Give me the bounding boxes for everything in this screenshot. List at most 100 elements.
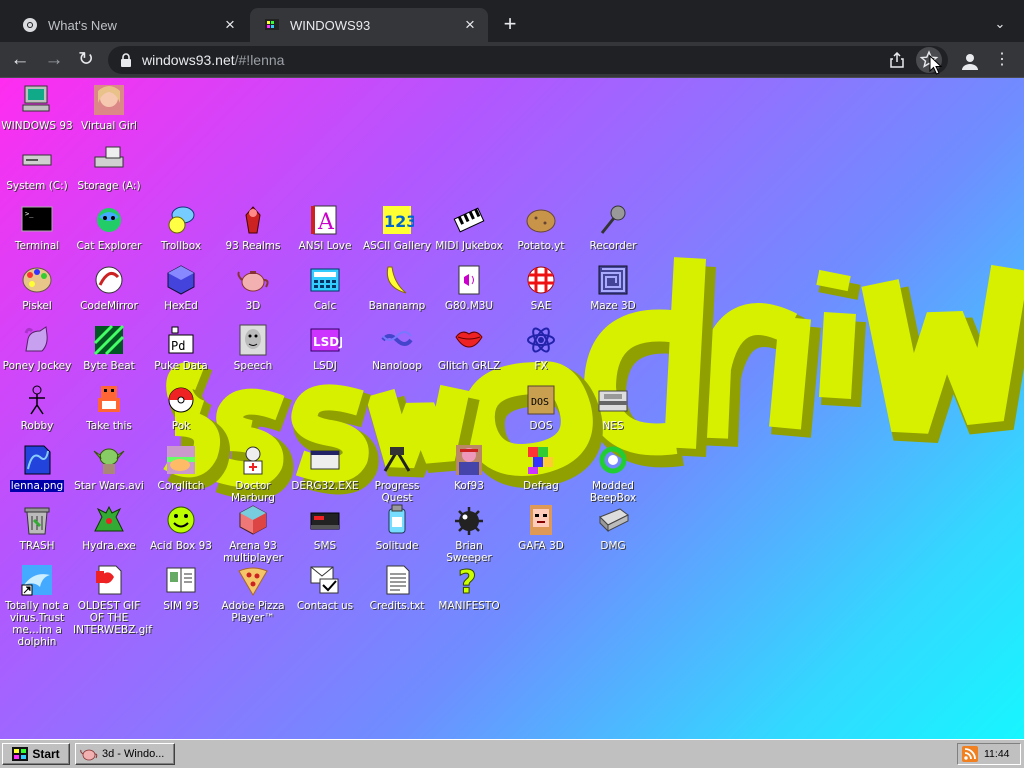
desktop-icon-label: DERG32.EXE (291, 480, 359, 492)
desktop-icon-brian-sweeper[interactable]: Brian Sweeper (433, 503, 505, 564)
desktop-icon-windows-93[interactable]: WINDOWS 93 (1, 83, 73, 132)
desktop-icon-calc[interactable]: Calc (289, 263, 361, 312)
desktop-icon-solitude[interactable]: Solitude (361, 503, 433, 552)
desktop-icon-sms[interactable]: SMS (289, 503, 361, 552)
desktop-icon-bananamp[interactable]: Bananamp (361, 263, 433, 312)
pizza-icon (238, 567, 268, 596)
desktop-icon-virtual-girl[interactable]: Virtual Girl (73, 83, 145, 132)
browser-menu-button[interactable]: ⋮ (994, 50, 1010, 70)
desktop-icon-derg32-exe[interactable]: DERG32.EXE (289, 443, 361, 492)
reload-button[interactable]: ↻ (74, 48, 98, 72)
banana-icon (386, 266, 407, 294)
desktop-icon-label: Brian Sweeper (446, 540, 492, 564)
desktop-icon-maze-3d[interactable]: Maze 3D (577, 263, 649, 312)
desktop-icon-take-this[interactable]: Take this (73, 383, 145, 432)
desktop-icon-label: 93 Realms (225, 240, 281, 252)
desktop-icon-lenna-png[interactable]: lenna.png (1, 443, 73, 492)
desktop-icon-93-realms[interactable]: 93 Realms (217, 203, 289, 252)
tab-whats-new[interactable]: What's New × (8, 8, 248, 42)
desktop-icon-defrag[interactable]: Defrag (505, 443, 577, 492)
desktop-icon-ascii-gallery[interactable]: 123 ASCII Gallery (361, 203, 433, 252)
desktop-icon-credits-txt[interactable]: Credits.txt (361, 563, 433, 612)
audio-file-icon (458, 265, 480, 295)
back-button[interactable]: ← (8, 48, 32, 72)
banner-letter (816, 269, 851, 292)
tab-title: What's New (48, 17, 117, 33)
desktop-icon-sae[interactable]: SAE (505, 263, 577, 312)
desktop-icon-oldest-gif-of-the-interwebz-gif[interactable]: OLDEST GIF OF THE INTERWEBZ.gif (73, 563, 152, 636)
desktop[interactable]: WINDOWS 93 Virtual Girl System (C:) Storage… (0, 78, 1024, 739)
desktop-icon-modded-beepbox[interactable]: Modded BeepBox (577, 443, 649, 504)
rss-icon[interactable] (962, 746, 978, 762)
desktop-icon-star-wars-avi[interactable]: Star Wars.avi (73, 443, 145, 492)
close-tab-icon[interactable]: × (222, 16, 238, 33)
beepbox-icon (599, 446, 627, 474)
defrag-icon (528, 447, 553, 474)
desktop-icon-lsdj[interactable]: LSDJ LSDJ (289, 323, 361, 372)
yoda-icon (93, 448, 125, 474)
desktop-icon-trash[interactable]: TRASH (1, 503, 73, 552)
desktop-icon-acid-box-93[interactable]: Acid Box 93 (145, 503, 217, 552)
forward-button[interactable]: → (42, 48, 66, 72)
desktop-icon-pok[interactable]: Pok (145, 383, 217, 432)
desktop-icon-label: Calc (313, 300, 337, 312)
desktop-icon-3d[interactable]: 3D (217, 263, 289, 312)
desktop-icon-sim-93[interactable]: SIM 93 (145, 563, 217, 612)
desktop-icon-ansi-love[interactable]: A ANSI Love (289, 203, 361, 252)
desktop-icon-puke-data[interactable]: Pd Puke Data (145, 323, 217, 372)
desktop-icon-system-c[interactable]: System (C:) (1, 143, 73, 192)
desktop-icon-recorder[interactable]: Recorder (577, 203, 649, 252)
desktop-icon-robby[interactable]: Robby (1, 383, 73, 432)
desktop-icon-arena-93-multiplayer[interactable]: Arena 93 multiplayer (217, 503, 289, 564)
desktop-icon-terminal[interactable]: >_ Terminal (1, 203, 73, 252)
sim-icon (166, 567, 196, 593)
desktop-icon-nes[interactable]: NES (577, 383, 649, 432)
desktop-icon-hexed[interactable]: HexEd (145, 263, 217, 312)
desktop-icon-piskel[interactable]: Piskel (1, 263, 73, 312)
desktop-icon-dmg[interactable]: DMG (577, 503, 649, 552)
chevron-down-icon[interactable]: ⌄ (990, 16, 1010, 32)
desktop-icon-cat-explorer[interactable]: Cat Explorer (73, 203, 145, 252)
virtual-girl-icon (94, 85, 124, 115)
desktop-icon-label: Trollbox (160, 240, 202, 252)
desktop-icon-kof93[interactable]: Kof93 (433, 443, 505, 492)
desktop-icon-fx[interactable]: FX (505, 323, 577, 372)
address-bar[interactable]: windows93.net/#!lenna (108, 46, 948, 74)
desktop-icon-gafa-3d[interactable]: GAFA 3D (505, 503, 577, 552)
new-tab-button[interactable]: + (498, 13, 522, 37)
desktop-icon-poney-jockey[interactable]: Poney Jockey (1, 323, 73, 372)
start-button[interactable]: Start (2, 743, 70, 765)
microphone-icon (600, 205, 626, 234)
desktop-icon-glitch-grlz[interactable]: Glitch GRLZ (433, 323, 505, 372)
desktop-icon-label: LSDJ (313, 360, 337, 372)
taskbar-item-3d[interactable]: 3d - Windo... (75, 743, 175, 765)
desktop-icon-byte-beat[interactable]: Byte Beat (73, 323, 145, 372)
tab-windows93[interactable]: WINDOWS93 × (250, 8, 488, 42)
desktop-icon-label: DOS (529, 420, 553, 432)
desktop-icon-doctor-marburg[interactable]: Doctor Marburg (217, 443, 289, 504)
close-tab-icon[interactable]: × (462, 16, 478, 33)
desktop-icon-label: MIDI Jukebox (435, 240, 503, 252)
share-icon[interactable] (890, 52, 904, 68)
desktop-icon-label: Acid Box 93 (150, 540, 212, 552)
desktop-icon-progress-quest[interactable]: Progress Quest (361, 443, 433, 504)
desktop-icon-manifesto[interactable]: ? MANIFESTO (433, 563, 505, 612)
desktop-icon-speech[interactable]: Speech (217, 323, 289, 372)
desktop-icon-label: Terminal (14, 240, 60, 252)
profile-icon[interactable] (960, 51, 980, 71)
desktop-icon-adobe-pizza-player[interactable]: Adobe Pizza Player™ (217, 563, 289, 624)
desktop-icon-nanoloop[interactable]: Nanoloop (361, 323, 433, 372)
desktop-icon-g80-m3u[interactable]: G80.M3U (433, 263, 505, 312)
desktop-icon-midi-jukebox[interactable]: MIDI Jukebox (433, 203, 505, 252)
desktop-icon-trollbox[interactable]: Trollbox (145, 203, 217, 252)
desktop-icon-potato-yt[interactable]: Potato.yt (505, 203, 577, 252)
desktop-icon-corglitch[interactable]: Corglitch (145, 443, 217, 492)
desktop-icon-label: SMS (313, 540, 337, 552)
desktop-icon-dos[interactable]: DOS DOS (505, 383, 577, 432)
desktop-icon-hydra-exe[interactable]: Hydra.exe (73, 503, 145, 552)
desktop-icon-totally-not-a-virus-trust-me-im-a-dolphin[interactable]: Totally not a virus.Trust me...im a dolp… (1, 563, 73, 648)
desktop-icon-contact-us[interactable]: Contact us (289, 563, 361, 612)
desktop-icon-codemirror[interactable]: CodeMirror (73, 263, 145, 312)
desktop-icon-storage-a[interactable]: Storage (A:) (73, 143, 145, 192)
speech-icon (239, 324, 267, 356)
